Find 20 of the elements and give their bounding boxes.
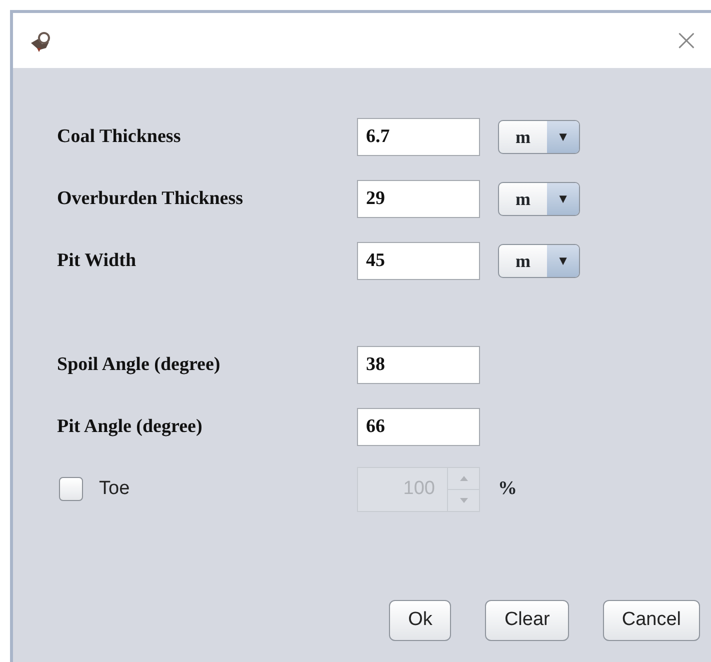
text-field[interactable]: 38	[357, 346, 480, 384]
field-label: Overburden Thickness	[57, 186, 244, 211]
unit-dropdown[interactable]: m ▼	[498, 244, 580, 278]
text-field[interactable]: 6.7	[357, 118, 480, 156]
dialog-button[interactable]: Cancel	[602, 600, 700, 641]
unit-dropdown[interactable]: m ▼	[498, 182, 580, 216]
text-field[interactable]: 45	[357, 242, 480, 280]
field-label: Spoil Angle (degree)	[57, 352, 222, 377]
close-button[interactable]: ×	[674, 26, 699, 56]
text-field[interactable]: 66	[357, 408, 480, 446]
unit-dropdown[interactable]: m ▼	[498, 120, 580, 154]
field-label: Pit Width	[57, 248, 138, 273]
unit-label: %	[498, 476, 517, 501]
field-label: Pit Angle (degree)	[57, 414, 204, 439]
text-field[interactable]: 29	[357, 180, 480, 218]
field-label: Coal Thickness	[57, 124, 182, 149]
dialog-button[interactable]: Ok	[389, 600, 452, 641]
app-icon	[29, 30, 53, 52]
checkbox-label: Toe	[99, 476, 130, 501]
dialog-button[interactable]: Clear	[485, 600, 569, 641]
